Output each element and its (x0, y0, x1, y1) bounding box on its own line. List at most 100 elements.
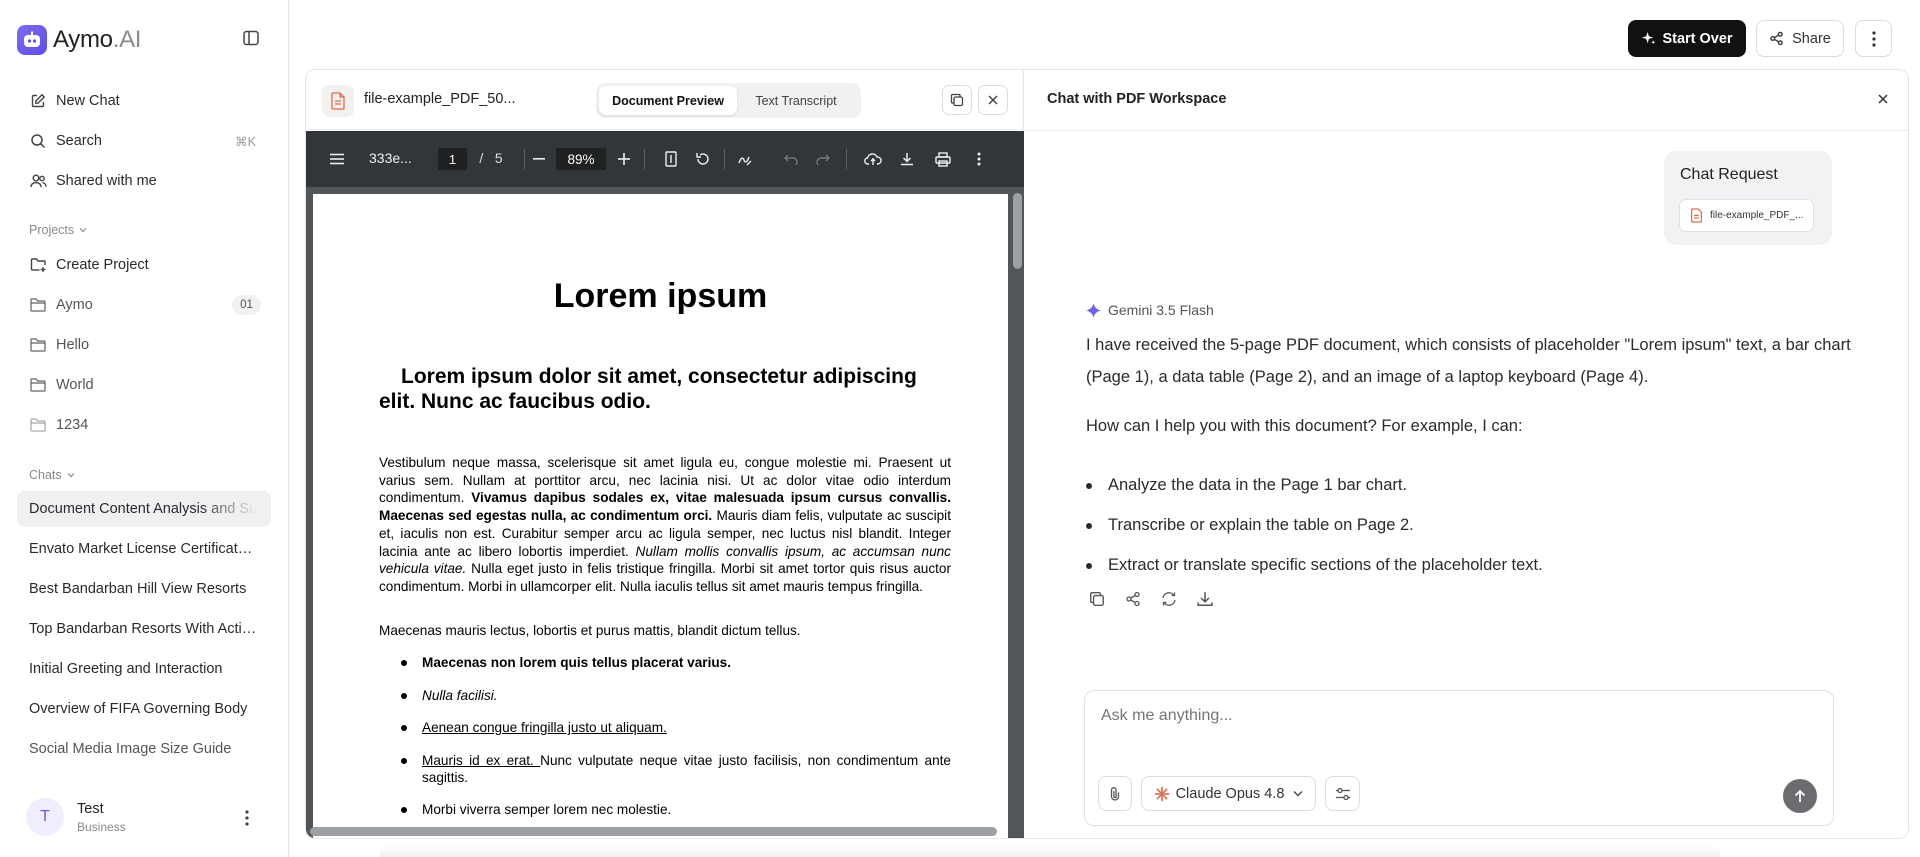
view-tabs: Document Preview Text Transcript (596, 83, 861, 118)
list-item: Transcribe or explain the table on Page … (1086, 505, 1866, 545)
window-bottom-edge (380, 845, 1720, 857)
page-bullet-list: Maecenas non lorem quis tellus placerat … (379, 654, 951, 818)
regenerate-icon[interactable] (1160, 590, 1178, 608)
page-number-input[interactable]: 1 (438, 148, 467, 170)
save-cloud-icon[interactable] (862, 131, 884, 187)
response-paragraph: I have received the 5-page PDF document,… (1086, 336, 1851, 386)
user-message-text: Chat Request (1680, 166, 1778, 183)
pdf-page: Lorem ipsum Lorem ipsum dolor sit amet, … (313, 194, 1008, 838)
new-chat-button[interactable]: New Chat (17, 83, 271, 119)
menu-icon[interactable] (326, 131, 348, 187)
user-name: Test (77, 800, 104, 817)
page-link[interactable]: Mauris id ex erat. (422, 753, 540, 768)
response-paragraph: How can I help you with this document? F… (1086, 417, 1523, 435)
settings-button[interactable] (1325, 776, 1360, 811)
chat-title: Best Bandarban Hill View Resorts (29, 581, 247, 597)
vertical-scrollbar[interactable] (1013, 193, 1022, 269)
app-logo[interactable]: Aymo.AI (17, 25, 141, 55)
list-item: Nulla facilisi. (379, 687, 951, 705)
draw-icon[interactable] (734, 131, 756, 187)
zoom-out-icon[interactable] (528, 131, 550, 187)
tab-document-preview[interactable]: Document Preview (599, 86, 737, 115)
chevron-down-icon (67, 473, 75, 478)
redo-icon[interactable] (812, 131, 834, 187)
user-message: Chat Request file-example_PDF_... (1664, 151, 1832, 245)
project-item-hello[interactable]: Hello (17, 327, 271, 363)
document-panel: file-example_PDF_50... Document Preview … (306, 70, 1024, 838)
more-vertical-icon[interactable] (240, 808, 254, 828)
projects-heading-label: Projects (29, 223, 75, 237)
download-icon[interactable] (896, 131, 918, 187)
close-document-button[interactable] (978, 85, 1008, 115)
toolbar-divider (524, 149, 525, 169)
more-vertical-icon[interactable] (968, 131, 990, 187)
folder-icon (29, 376, 47, 394)
document-file-name: file-example_PDF_50... (364, 91, 516, 107)
undo-icon[interactable] (780, 131, 802, 187)
document-header: file-example_PDF_50... Document Preview … (306, 70, 1024, 130)
attach-button[interactable] (1098, 776, 1132, 811)
message-composer: Claude Opus 4.8 (1084, 690, 1834, 826)
chat-history-item[interactable]: Initial Greeting and Interaction (17, 651, 271, 687)
share-button[interactable]: Share (1756, 20, 1844, 57)
project-item-world[interactable]: World (17, 367, 271, 403)
chat-history-item[interactable]: Social Media Image Size Guide (17, 731, 271, 767)
folder-icon (29, 416, 47, 434)
user-plan: Business (77, 819, 126, 834)
download-icon[interactable] (1196, 590, 1214, 608)
edit-icon (29, 92, 47, 110)
folder-icon (29, 296, 47, 314)
start-over-button[interactable]: Start Over (1628, 20, 1746, 57)
toolbar-divider (644, 149, 645, 169)
tab-text-transcript[interactable]: Text Transcript (737, 86, 855, 115)
print-icon[interactable] (932, 131, 954, 187)
attachment-chip[interactable]: file-example_PDF_... (1679, 199, 1814, 232)
list-item: Morbi viverra semper lorem nec molestie. (379, 801, 951, 819)
share-icon[interactable] (1124, 590, 1142, 608)
shared-with-me-button[interactable]: Shared with me (17, 163, 271, 199)
projects-heading[interactable]: Projects (29, 223, 87, 237)
zoom-level[interactable]: 89% (556, 148, 606, 170)
page-heading: Lorem ipsum dolor sit amet, consectetur … (379, 365, 917, 413)
close-icon[interactable] (1877, 92, 1893, 108)
chat-history-item[interactable]: Overview of FIFA Governing Body (17, 691, 271, 727)
nav-label: New Chat (56, 93, 120, 109)
chat-history-item[interactable]: Best Bandarban Hill View Resorts (17, 571, 271, 607)
copy-icon[interactable] (1088, 590, 1106, 608)
start-over-label: Start Over (1662, 30, 1733, 47)
create-project-button[interactable]: Create Project (17, 247, 271, 283)
more-vertical-icon (1871, 30, 1876, 47)
user-profile[interactable]: T Test Business (26, 798, 126, 836)
more-options-button[interactable] (1855, 20, 1892, 57)
project-item-aymo[interactable]: Aymo 01 (17, 287, 271, 323)
fit-page-icon[interactable] (660, 131, 682, 187)
pdf-toolbar: 333e... 1 / 5 89% (306, 131, 1024, 187)
chat-title: Initial Greeting and Interaction (29, 661, 223, 677)
chat-title: Document Content Analysis and Summary (29, 501, 257, 517)
chat-input[interactable] (1101, 707, 1801, 725)
list-item: Extract or translate specific sections o… (1086, 545, 1866, 585)
chat-history-item[interactable]: Top Bandarban Resorts With Activities (17, 611, 271, 647)
arrow-up-icon (1794, 789, 1806, 802)
sparkle-icon (1642, 31, 1656, 45)
copy-document-button[interactable] (942, 85, 972, 115)
search-button[interactable]: Search ⌘K (17, 123, 271, 159)
send-button[interactable] (1783, 779, 1817, 813)
toolbar-divider (846, 149, 847, 169)
pdf-viewer[interactable]: Lorem ipsum Lorem ipsum dolor sit amet, … (306, 187, 1024, 838)
attachment-name: file-example_PDF_... (1710, 210, 1804, 221)
rotate-icon[interactable] (692, 131, 714, 187)
model-selector[interactable]: Claude Opus 4.8 (1141, 776, 1316, 811)
chat-history-item[interactable]: Document Content Analysis and Summary (17, 491, 271, 527)
chat-title: Social Media Image Size Guide (29, 741, 232, 757)
response-list: Analyze the data in the Page 1 bar chart… (1086, 465, 1866, 585)
project-item-1234[interactable]: 1234 (17, 407, 271, 443)
sidebar-toggle-icon[interactable] (242, 29, 262, 49)
horizontal-scrollbar[interactable] (310, 827, 997, 836)
zoom-in-icon[interactable] (613, 131, 635, 187)
toolbar-divider (724, 149, 725, 169)
chats-heading[interactable]: Chats (29, 468, 75, 482)
chat-history-item[interactable]: Envato Market License Certificate Detail… (17, 531, 271, 567)
model-name: Claude Opus 4.8 (1175, 785, 1285, 802)
workspace: file-example_PDF_50... Document Preview … (305, 69, 1909, 839)
